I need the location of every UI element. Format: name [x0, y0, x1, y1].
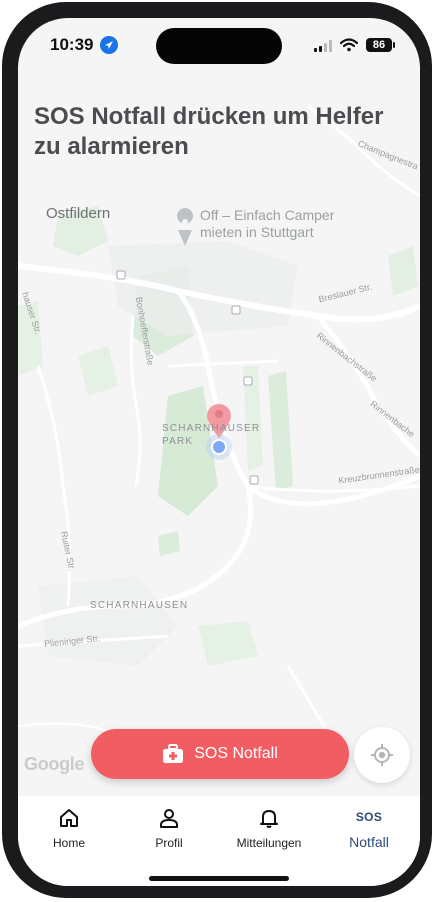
- tab-profile-label: Profil: [155, 836, 183, 850]
- tab-home-label: Home: [52, 836, 85, 850]
- location-arrow-icon: [100, 36, 118, 54]
- google-logo: Google: [24, 754, 85, 774]
- bell-icon: [260, 810, 278, 828]
- map-label-poi[interactable]: Off – Einfach Camper mieten in Stuttgart: [200, 207, 350, 241]
- signal-icon: [314, 40, 332, 52]
- sos-emergency-button[interactable]: SOS Notfall: [91, 729, 349, 779]
- tab-notifications[interactable]: Mitteilungen: [219, 802, 319, 856]
- tab-notifications-label: Mitteilungen: [236, 836, 302, 850]
- map-label-district: SCHARNHAUSER PARK: [162, 423, 261, 447]
- map-label-district: SCHARNHAUSEN: [90, 600, 189, 611]
- status-time: 10:39: [50, 35, 94, 54]
- sos-text-icon: SOS: [355, 810, 383, 824]
- sos-button-label: SOS Notfall: [194, 745, 278, 762]
- home-indicator[interactable]: [149, 876, 289, 881]
- dynamic-island: [156, 28, 282, 64]
- locate-me-button[interactable]: [354, 727, 410, 783]
- crosshair-location-icon: [371, 744, 393, 766]
- phone-frame: 10:39 86 Ostfildern Off – Einfach Camper…: [2, 2, 432, 898]
- tab-emergency[interactable]: SOS Notfall: [319, 802, 419, 856]
- battery-icon: 86: [366, 38, 392, 52]
- bottom-tab-bar: Home Profil Mitteilungen SOS Notfall: [18, 796, 420, 886]
- app-screen: 10:39 86 Ostfildern Off – Einfach Camper…: [18, 18, 420, 886]
- tab-profile[interactable]: Profil: [119, 802, 219, 856]
- battery-tip: [393, 42, 395, 48]
- tab-home[interactable]: Home: [19, 802, 119, 856]
- first-aid-kit-icon: [163, 744, 184, 763]
- tab-emergency-label: Notfall: [349, 834, 389, 850]
- wifi-icon: [340, 38, 358, 52]
- home-icon: [60, 809, 78, 827]
- page-title: SOS Notfall drücken um Helfer zu alarmie…: [34, 103, 384, 160]
- person-icon: [160, 809, 178, 828]
- map-label-city: Ostfildern: [46, 205, 111, 222]
